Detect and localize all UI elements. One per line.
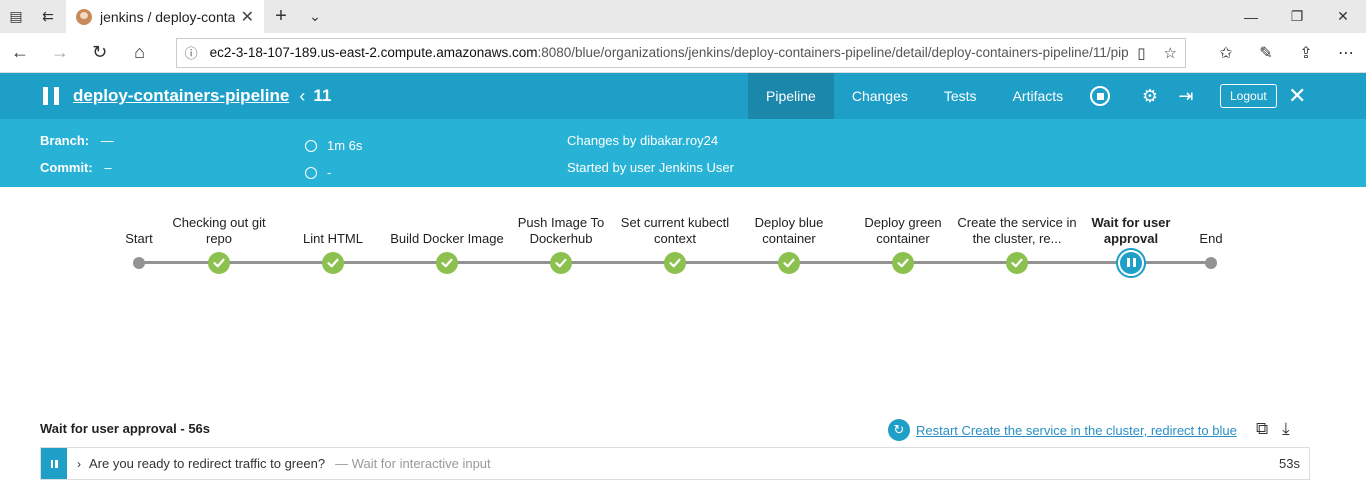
home-icon[interactable]: ⌂ <box>120 33 160 73</box>
browser-tab-bar: ▤ ⇇ jenkins / deploy-contair ✕ + ⌄ — ❐ ✕ <box>0 0 1366 33</box>
ended-info: - <box>305 165 331 180</box>
back-icon[interactable]: ← <box>0 33 40 73</box>
branch-value: — <box>100 133 114 148</box>
paused-status-icon <box>43 87 59 105</box>
url-field[interactable]: ⓘ ec2-3-18-107-189.us-east-2.compute.ama… <box>175 37 1186 68</box>
tab-title: jenkins / deploy-contair <box>100 8 235 25</box>
open-external-icon[interactable]: ⧉ <box>1256 419 1268 439</box>
exit-classic-icon[interactable]: ⇥ <box>1174 84 1198 108</box>
stage-success-icon[interactable] <box>208 251 230 274</box>
stage-label[interactable]: Deploy green container <box>843 215 963 247</box>
duration-info: 1m 6s <box>305 138 362 153</box>
commit-info: Commit: – <box>40 160 112 175</box>
window-close-icon[interactable]: ✕ <box>1320 0 1366 33</box>
restart-stage-link[interactable]: ↻ Restart Create the service in the clus… <box>888 419 1237 441</box>
close-run-icon[interactable]: ✕ <box>1288 83 1306 109</box>
browser-tab[interactable]: jenkins / deploy-contair ✕ <box>66 0 264 33</box>
header-actions: ⚙ ⇥ Logout <box>1088 73 1277 119</box>
commit-value: – <box>104 160 112 175</box>
favorite-star-icon[interactable]: ☆ <box>1164 44 1177 62</box>
browser-toolbar: ✩ ✎ ⇪ ⋯ <box>1206 43 1366 63</box>
stage-paused-icon[interactable] <box>1116 247 1146 278</box>
run-info: Branch: — Commit: – 1m 6s - Changes by d… <box>0 119 1366 187</box>
tab-actions-icon[interactable]: ▤ <box>0 0 32 33</box>
address-bar-row: ← → ↻ ⌂ ⓘ ec2-3-18-107-189.us-east-2.com… <box>0 33 1366 73</box>
clock-icon <box>305 167 317 179</box>
settings-gear-icon[interactable]: ⚙ <box>1138 84 1162 108</box>
stage-success-icon[interactable] <box>778 251 800 274</box>
run-number: 11 <box>313 86 332 105</box>
stage-success-icon[interactable] <box>322 251 344 274</box>
share-icon[interactable]: ⇪ <box>1286 43 1326 63</box>
branch-info: Branch: — <box>40 133 114 148</box>
site-info-icon[interactable]: ⓘ <box>185 43 198 62</box>
stage-label[interactable]: Deploy blue container <box>729 215 849 247</box>
stage-success-icon[interactable] <box>550 251 572 274</box>
stage-success-icon[interactable] <box>664 251 686 274</box>
step-paused-icon <box>41 448 67 479</box>
tab-list-chevron-icon[interactable]: ⌄ <box>298 0 332 33</box>
chevron-left-icon: ‹ <box>299 85 306 106</box>
stage-endpoint-node <box>1205 256 1217 269</box>
stage-label[interactable]: Build Docker Image <box>387 231 507 247</box>
step-subtext: — Wait for interactive input <box>335 456 491 471</box>
stage-label[interactable]: End <box>1151 231 1271 247</box>
stage-label[interactable]: Checking out git repo <box>159 215 279 247</box>
restore-icon[interactable]: ❐ <box>1274 0 1320 33</box>
tab-artifacts[interactable]: Artifacts <box>995 73 1082 119</box>
pipeline-graph: Start Checking out git repo Lint HTML Build… <box>0 187 1366 412</box>
url-host: ec2-3-18-107-189.us-east-2.compute.amazo… <box>209 45 538 60</box>
tab-pipeline[interactable]: Pipeline <box>748 73 834 119</box>
close-tab-icon[interactable]: ✕ <box>241 7 254 27</box>
reading-view-icon[interactable]: ▯ <box>1137 44 1145 62</box>
stop-run-icon[interactable] <box>1088 84 1112 108</box>
tab-changes[interactable]: Changes <box>834 73 926 119</box>
download-icon[interactable]: ⤓ <box>1282 419 1290 439</box>
input-step-row[interactable]: › Are you ready to redirect traffic to g… <box>40 447 1310 480</box>
pen-icon[interactable]: ✎ <box>1246 43 1286 63</box>
step-title: Wait for user approval - 56s <box>40 421 211 436</box>
stage-success-icon[interactable] <box>892 251 914 274</box>
changes-by: Changes by dibakar.roy24 <box>567 133 719 148</box>
restart-label[interactable]: Restart Create the service in the cluste… <box>916 423 1237 438</box>
log-tools: ⧉ ⤓ <box>1256 419 1290 439</box>
started-by: Started by user Jenkins User <box>567 160 734 175</box>
window-controls: — ❐ ✕ <box>1228 0 1366 33</box>
pipeline-name-link[interactable]: deploy-containers-pipeline <box>73 86 289 106</box>
refresh-icon[interactable]: ↻ <box>80 33 120 73</box>
set-aside-tabs-icon[interactable]: ⇇ <box>32 0 64 33</box>
stage-label[interactable]: Lint HTML <box>273 231 393 247</box>
jenkins-header: deploy-containers-pipeline ‹ 11 Pipeline… <box>0 73 1366 119</box>
jenkins-favicon-icon <box>76 8 92 25</box>
more-icon[interactable]: ⋯ <box>1326 43 1366 63</box>
step-question: Are you ready to redirect traffic to gre… <box>89 456 326 471</box>
forward-icon[interactable]: → <box>40 33 80 73</box>
stage-label[interactable]: Create the service in the cluster, re... <box>957 215 1077 247</box>
header-nav-tabs: Pipeline Changes Tests Artifacts <box>748 73 1081 119</box>
stage-label[interactable]: Set current kubectl context <box>615 215 735 247</box>
expand-chevron-icon[interactable]: › <box>77 457 81 471</box>
minimize-icon[interactable]: — <box>1228 0 1274 33</box>
step-duration: 53s <box>1279 456 1300 471</box>
logout-button[interactable]: Logout <box>1220 84 1277 108</box>
url-path: :8080/blue/organizations/jenkins/deploy-… <box>537 45 1130 60</box>
stage-endpoint-node <box>133 256 145 269</box>
tab-tests[interactable]: Tests <box>926 73 995 119</box>
restart-icon: ↻ <box>888 419 910 441</box>
favorites-icon[interactable]: ✩ <box>1206 43 1246 63</box>
stage-success-icon[interactable] <box>436 251 458 274</box>
new-tab-icon[interactable]: + <box>264 0 298 33</box>
stage-label[interactable]: Push Image To Dockerhub <box>501 215 621 247</box>
stage-success-icon[interactable] <box>1006 251 1028 274</box>
duration-icon <box>305 140 317 152</box>
